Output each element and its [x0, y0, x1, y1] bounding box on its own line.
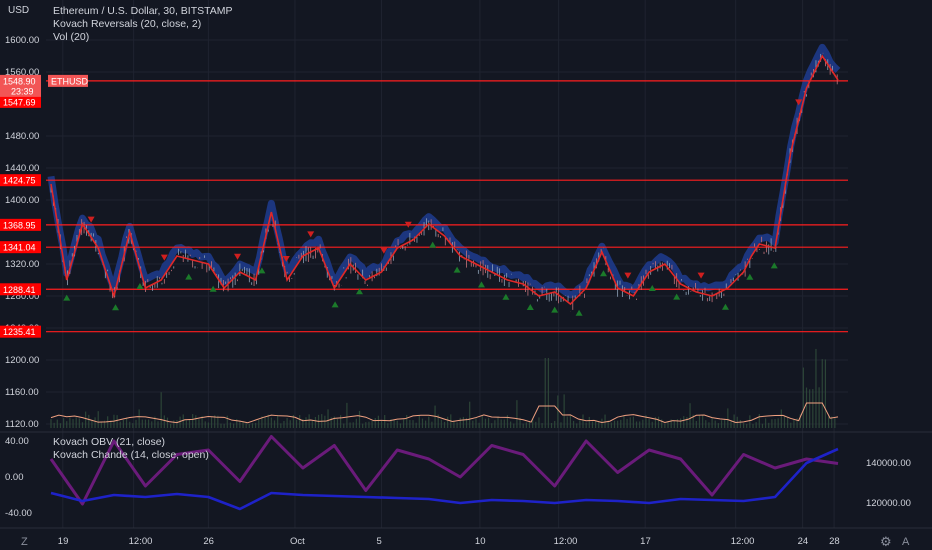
level-label-text: 1235.41: [3, 327, 36, 337]
gear-icon[interactable]: ⚙: [880, 534, 892, 550]
y-tick-label: 1200.00: [5, 355, 39, 366]
background: [0, 0, 932, 550]
legend-kovach-chande[interactable]: Kovach Chande (14, close, open): [53, 449, 209, 462]
timezone-toggle-icon[interactable]: Z: [21, 536, 28, 548]
x-tick-label: 10: [475, 536, 486, 547]
last-price-countdown: 23:39: [11, 86, 34, 96]
x-tick-label: 28: [829, 536, 840, 547]
legend-main[interactable]: Ethereum / U.S. Dollar, 30, BITSTAMP: [53, 5, 233, 18]
x-tick-label: Oct: [290, 536, 305, 547]
y-tick-label: 1400.00: [5, 195, 39, 206]
chart-canvas[interactable]: 1600.001560.001480.001440.001400.001320.…: [0, 0, 932, 550]
x-tick-label: 12:00: [731, 536, 755, 547]
x-tick-label: 12:00: [554, 536, 578, 547]
x-tick-label: 19: [58, 536, 69, 547]
obv-right-tick: 140000.00: [866, 458, 911, 469]
auto-scale-icon[interactable]: A: [902, 536, 909, 548]
y-tick-label: 1120.00: [5, 419, 39, 430]
y-tick-label: 1320.00: [5, 259, 39, 270]
x-tick-label: 12:00: [129, 536, 153, 547]
x-tick-label: 5: [377, 536, 382, 547]
x-tick-label: 26: [203, 536, 214, 547]
osc-left-tick: -40.00: [5, 508, 32, 519]
osc-left-tick: 0.00: [5, 472, 24, 483]
y-tick-label: 1600.00: [5, 35, 39, 46]
y-tick-label: 1160.00: [5, 387, 39, 398]
y-tick-label: 1440.00: [5, 163, 39, 174]
symbol-tag-text: ETHUSD: [51, 76, 89, 86]
level-label-text: 1288.41: [3, 285, 36, 295]
last-price-text: 1548.90: [3, 76, 36, 86]
currency-label: USD: [8, 5, 30, 16]
y-tick-label: 1480.00: [5, 131, 39, 142]
level-label-text: 1368.95: [3, 220, 36, 230]
level-label-text: 1547.69: [3, 97, 36, 107]
osc-left-tick: 40.00: [5, 436, 29, 447]
x-tick-label: 24: [798, 536, 809, 547]
legend-volume[interactable]: Vol (20): [53, 31, 89, 44]
level-label-text: 1341.04: [3, 243, 36, 253]
x-tick-label: 17: [640, 536, 651, 547]
legend-kovach-obv[interactable]: Kovach OBV (21, close): [53, 436, 165, 449]
legend-kovach-reversals[interactable]: Kovach Reversals (20, close, 2): [53, 18, 201, 31]
obv-right-tick: 120000.00: [866, 498, 911, 509]
level-label-text: 1424.75: [3, 176, 36, 186]
